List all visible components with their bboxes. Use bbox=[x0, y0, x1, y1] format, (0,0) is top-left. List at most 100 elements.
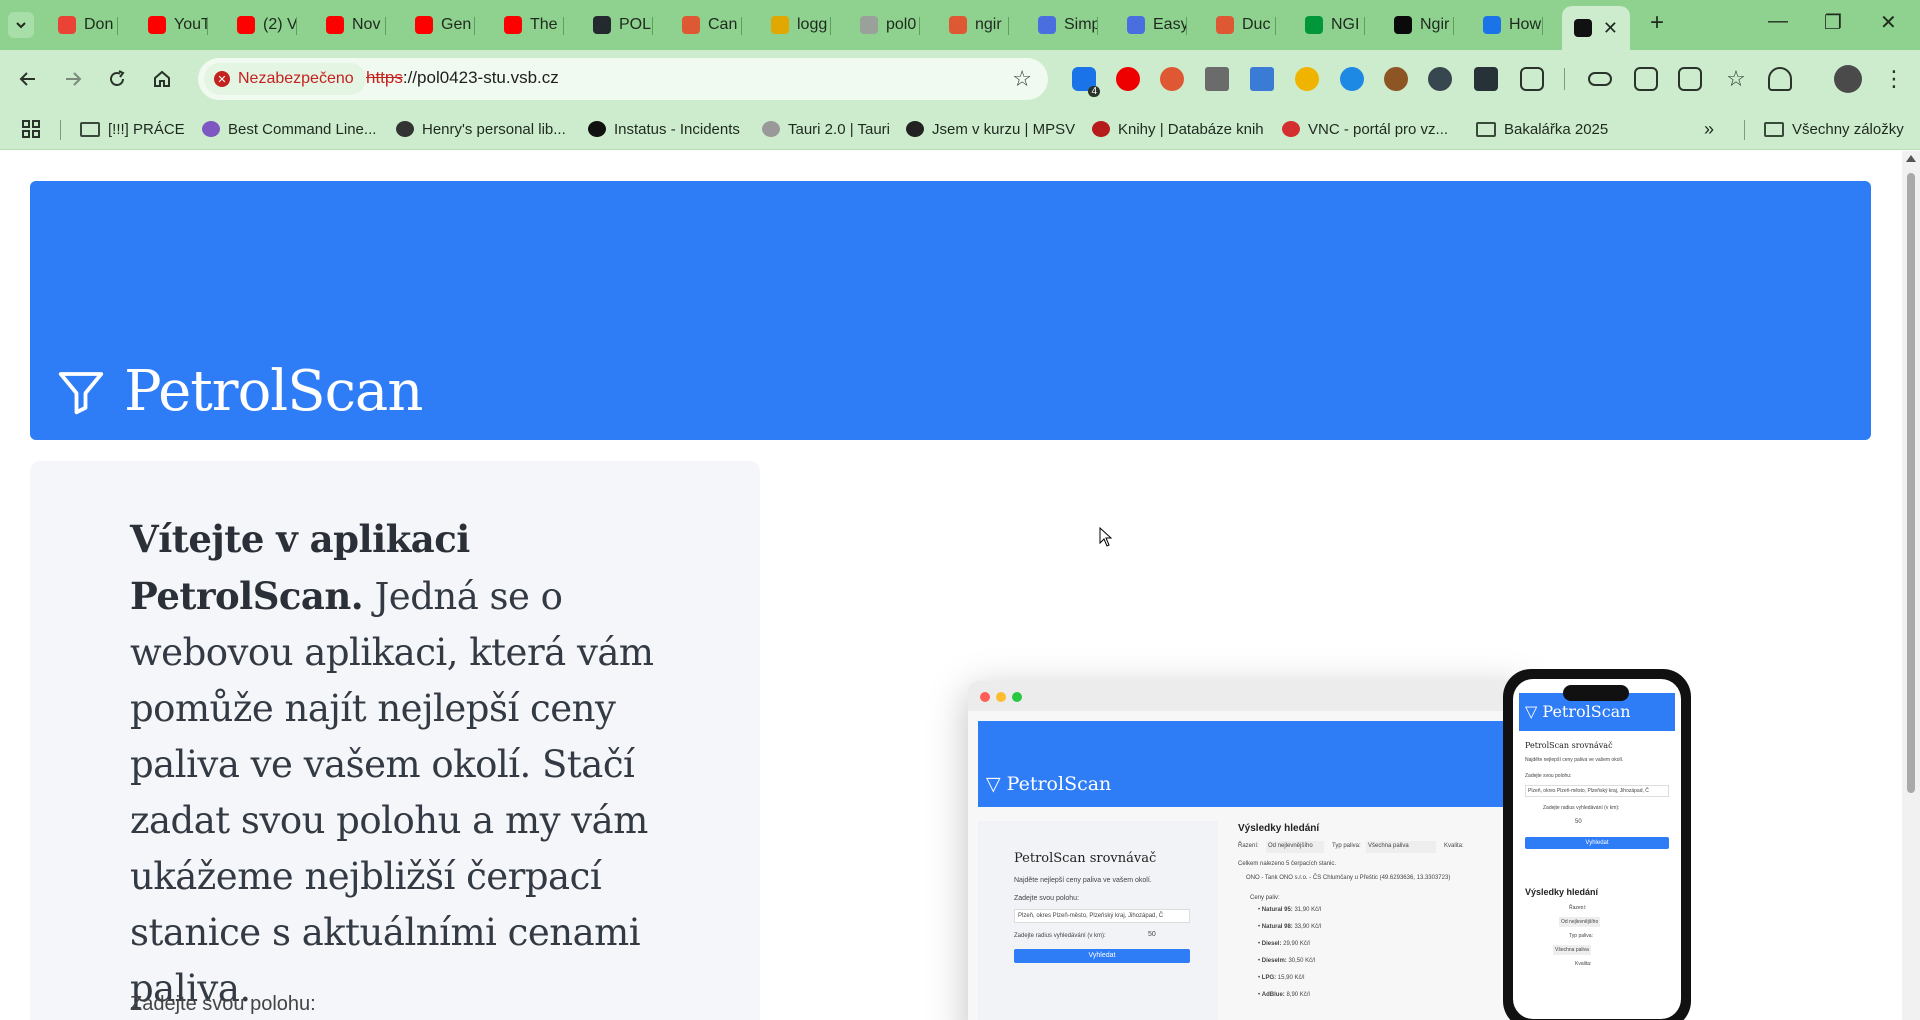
bookmark-folder[interactable]: [!!!] PRÁCE bbox=[80, 118, 185, 140]
bookmark-link[interactable]: Jsem v kurzu | MPSV bbox=[906, 118, 1075, 140]
tab[interactable]: NGI bbox=[1293, 8, 1365, 42]
new-tab-button[interactable]: + bbox=[1650, 9, 1664, 37]
tab-search-button[interactable] bbox=[8, 12, 34, 38]
link-icon[interactable] bbox=[1588, 72, 1612, 86]
tab-separator bbox=[1542, 17, 1543, 35]
bookmark-folder[interactable]: Bakalářka 2025 bbox=[1476, 118, 1608, 140]
folder-icon bbox=[80, 121, 100, 137]
incognito-icon[interactable] bbox=[1474, 67, 1498, 91]
forward-button[interactable] bbox=[59, 65, 87, 93]
tab-label: Simp bbox=[1064, 16, 1098, 33]
shazam-icon[interactable] bbox=[1340, 67, 1364, 91]
bookmark-link[interactable]: VNC - portál pro vz... bbox=[1282, 118, 1448, 140]
bookmark-link[interactable]: Knihy | Databáze knih bbox=[1092, 118, 1264, 140]
duckduckgo-icon[interactable] bbox=[1160, 67, 1184, 91]
mockup-comparator-title: PetrolScan srovnávač bbox=[1014, 851, 1157, 866]
tab-separator bbox=[296, 17, 297, 35]
tab-separator bbox=[1453, 17, 1454, 35]
close-window-button[interactable]: ✕ bbox=[1880, 10, 1897, 35]
tab[interactable]: Ngir bbox=[1382, 8, 1454, 42]
home-button[interactable] bbox=[148, 65, 176, 93]
bookmark-link[interactable]: Henry's personal lib... bbox=[396, 118, 566, 140]
mockup-fuel-row: • Dieselm: 30,50 Kč/l bbox=[1258, 958, 1316, 964]
back-button[interactable] bbox=[14, 65, 42, 93]
apps-grid-icon[interactable] bbox=[22, 118, 40, 140]
phone-fuel-type-select: Všechna paliva bbox=[1553, 945, 1591, 955]
tab[interactable]: Gen bbox=[403, 8, 475, 42]
archive-icon[interactable] bbox=[1205, 67, 1229, 91]
address-bar[interactable]: ✕ Nezabezpečeno https://pol0423-stu.vsb.… bbox=[198, 58, 1048, 100]
mockup-fuel-type-select: Všechna paliva bbox=[1366, 841, 1436, 853]
tab[interactable]: How bbox=[1471, 8, 1543, 42]
browser-toolbar: ✕ Nezabezpečeno https://pol0423-stu.vsb.… bbox=[0, 50, 1920, 108]
tab-separator bbox=[385, 17, 386, 35]
cookie-icon[interactable] bbox=[1384, 67, 1408, 91]
bookmarks-divider bbox=[1744, 120, 1745, 140]
mockup-minimize-dot bbox=[996, 692, 1006, 702]
github-icon bbox=[593, 16, 611, 34]
scroll-up-arrow-icon[interactable] bbox=[1906, 155, 1916, 162]
folder-icon bbox=[1764, 121, 1784, 137]
mockup-radius-value: 50 bbox=[1148, 931, 1156, 938]
mockup-comparator-sub: Najděte nejlepší ceny paliva ve vašem ok… bbox=[1014, 877, 1152, 884]
sigma-icon[interactable] bbox=[1250, 67, 1274, 91]
tab[interactable]: ngir bbox=[937, 8, 1009, 42]
mockup-close-dot bbox=[980, 692, 990, 702]
tab-separator bbox=[1364, 17, 1365, 35]
tab[interactable]: YouT bbox=[136, 8, 208, 42]
tab[interactable]: Can bbox=[670, 8, 742, 42]
more-bookmarks-chevron-icon[interactable]: » bbox=[1704, 118, 1714, 140]
tab[interactable]: pol0 bbox=[848, 8, 920, 42]
bookmark-link[interactable]: Instatus - Incidents bbox=[588, 118, 740, 140]
phone-radius-label: Zadejte radius vyhledávání (v km): bbox=[1543, 805, 1620, 811]
tab[interactable]: Simp bbox=[1026, 8, 1098, 42]
minimize-button[interactable]: — bbox=[1768, 10, 1788, 33]
mockup-fuel-row: • AdBlue: 8,90 Kč/l bbox=[1258, 992, 1310, 998]
tab[interactable]: Duc bbox=[1204, 8, 1276, 42]
dark-reader-icon[interactable] bbox=[1428, 67, 1452, 91]
menu-kebab-icon[interactable]: ⋮ bbox=[1880, 65, 1908, 93]
brand[interactable]: PetrolScan bbox=[54, 359, 423, 424]
reload-button[interactable] bbox=[103, 65, 131, 93]
tab[interactable]: (2) V bbox=[225, 8, 297, 42]
extension-tab-manager-icon[interactable]: 4 bbox=[1072, 67, 1100, 97]
mockup-fuel-name: Diesel: bbox=[1261, 941, 1282, 947]
tab-separator bbox=[652, 17, 653, 35]
tab[interactable]: The bbox=[492, 8, 564, 42]
url-text[interactable]: https://pol0423-stu.vsb.cz bbox=[366, 68, 559, 88]
tab[interactable]: logg bbox=[759, 8, 831, 42]
bookmark-star-icon[interactable]: ☆ bbox=[1012, 66, 1032, 92]
tab[interactable]: POL bbox=[581, 8, 653, 42]
duckduckgo-icon bbox=[949, 16, 967, 34]
favorites-star-icon[interactable]: ☆ bbox=[1722, 65, 1750, 93]
all-bookmarks-folder[interactable]: Všechny záložky bbox=[1764, 118, 1904, 140]
adblock-icon[interactable] bbox=[1116, 67, 1140, 91]
security-chip[interactable]: ✕ Nezabezpečeno bbox=[204, 63, 366, 95]
reading-list-icon[interactable] bbox=[1678, 67, 1702, 91]
extensions-puzzle-icon[interactable] bbox=[1520, 67, 1544, 91]
azure-icon bbox=[1127, 16, 1145, 34]
mockup-location-label: Zadejte svou polohu: bbox=[1014, 895, 1079, 902]
tab[interactable]: Easy bbox=[1115, 8, 1187, 42]
phone-sort-select: Od nejlevnějšího bbox=[1559, 917, 1601, 927]
profile-avatar[interactable] bbox=[1834, 65, 1862, 93]
mockup-sort-label: Řazení: bbox=[1238, 843, 1259, 849]
tab-label: Duc bbox=[1242, 16, 1271, 33]
phone-results-title: Výsledky hledání bbox=[1525, 887, 1599, 897]
tab-separator bbox=[1186, 17, 1187, 35]
page-scrollbar[interactable] bbox=[1902, 151, 1920, 1020]
print-icon[interactable] bbox=[1634, 67, 1658, 91]
bookmark-link[interactable]: Best Command Line... bbox=[202, 118, 376, 140]
tab[interactable]: Don bbox=[46, 8, 118, 42]
bookmark-link[interactable]: Tauri 2.0 | Tauri bbox=[762, 118, 890, 140]
incognito-spy-icon[interactable] bbox=[1768, 67, 1792, 91]
youtube-icon bbox=[237, 16, 255, 34]
scroll-thumb[interactable] bbox=[1907, 173, 1915, 793]
close-tab-icon[interactable]: ✕ bbox=[1603, 18, 1618, 39]
bookmark-label: Henry's personal lib... bbox=[422, 120, 566, 138]
pencil-icon[interactable] bbox=[1295, 67, 1319, 91]
mockup-fuel-price: 29,90 Kč/l bbox=[1283, 941, 1310, 947]
restore-button[interactable]: ❐ bbox=[1824, 10, 1842, 35]
tab[interactable]: Nov bbox=[314, 8, 386, 42]
tab-active[interactable]: ✕ bbox=[1562, 6, 1630, 50]
